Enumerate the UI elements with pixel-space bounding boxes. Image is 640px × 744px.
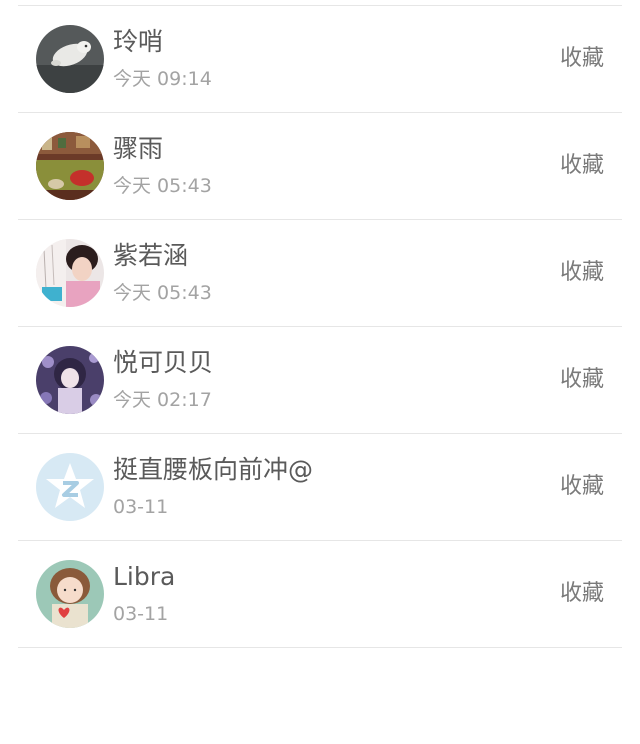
list-item[interactable]: Libra 03-11 收藏 [18,541,622,648]
favorite-button[interactable]: 收藏 [560,472,604,502]
list-item[interactable]: 悦可贝贝 今天 02:17 收藏 [18,327,622,434]
cartoon-girl-heart-avatar[interactable] [36,560,104,628]
favorite-button[interactable]: 收藏 [560,258,604,288]
anime-girl-avatar[interactable] [36,346,104,414]
contact-name: 紫若涵 [113,241,189,270]
contact-list: 玲哨 今天 09:14 收藏 骤雨 今天 05:43 收藏 紫若涵 今天 05:… [18,5,622,648]
contact-name: Libra [113,562,176,591]
contact-time: 03-11 [113,496,169,518]
room-photo-avatar[interactable] [36,132,104,200]
contact-name: 挺直腰板向前冲@ [113,455,314,484]
list-item[interactable]: 挺直腰板向前冲@ 03-11 收藏 [18,434,622,541]
favorite-button[interactable]: 收藏 [560,579,604,609]
contact-time: 今天 02:17 [113,389,212,411]
dog-photo-avatar[interactable] [36,25,104,93]
list-item[interactable]: 紫若涵 今天 05:43 收藏 [18,220,622,327]
contact-name: 玲哨 [113,27,164,56]
contact-time: 03-11 [113,603,169,625]
contact-time: 今天 05:43 [113,175,212,197]
contact-time: 今天 09:14 [113,68,212,90]
contact-name: 骤雨 [113,134,164,163]
girl-photo-avatar[interactable] [36,239,104,307]
favorite-button[interactable]: 收藏 [560,151,604,181]
qzone-star-avatar[interactable] [36,453,104,521]
contact-name: 悦可贝贝 [113,348,214,377]
contact-time: 今天 05:43 [113,282,212,304]
list-item[interactable]: 骤雨 今天 05:43 收藏 [18,113,622,220]
favorite-button[interactable]: 收藏 [560,44,604,74]
favorite-button[interactable]: 收藏 [560,365,604,395]
list-item[interactable]: 玲哨 今天 09:14 收藏 [18,6,622,113]
